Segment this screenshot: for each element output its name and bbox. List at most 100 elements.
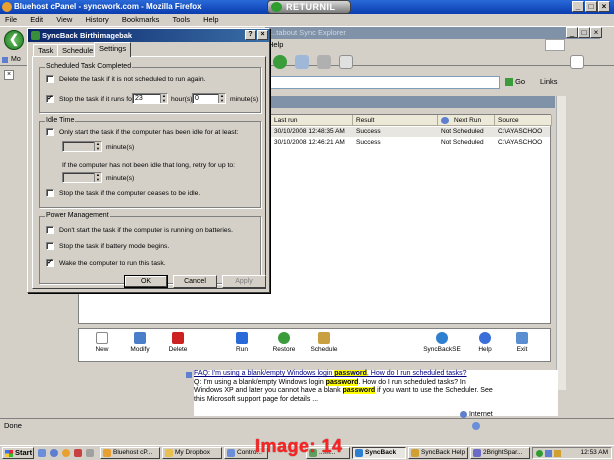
firefox-tab[interactable]: Mo	[0, 54, 26, 66]
start-button[interactable]: Start	[2, 447, 34, 459]
tab-task[interactable]: Task	[33, 44, 59, 56]
wake-checkbox-box[interactable]: ✓	[46, 259, 54, 267]
group-idle-time-label: Idle Time	[45, 116, 76, 126]
page-scrollbar[interactable]	[556, 96, 566, 390]
task-bluehost[interactable]: Bluehost cP...	[100, 447, 160, 459]
ie-minimize-icon[interactable]: _	[566, 27, 578, 38]
col-header-last-run[interactable]: Last run	[271, 115, 353, 126]
ie-menu-help[interactable]: Help	[268, 39, 283, 51]
idle-start-checkbox-box[interactable]	[46, 128, 54, 136]
task-my-dropbox[interactable]: My Dropbox	[162, 447, 222, 459]
idle-stop-label: Stop the task if the computer ceases to …	[59, 190, 201, 197]
col-header-source[interactable]: Source	[495, 115, 552, 126]
internet-zone-icon	[460, 410, 467, 418]
tray-volume-icon[interactable]	[554, 450, 561, 457]
maximize-icon[interactable]: □	[585, 1, 597, 12]
retry-minutes-label: minute(s)	[106, 175, 135, 182]
menu-help[interactable]: Help	[203, 15, 218, 24]
task-syncback-help[interactable]: SyncBack Help	[408, 447, 468, 459]
menu-tools[interactable]: Tools	[172, 15, 190, 24]
idle-start-label: Only start the task if the computer has …	[59, 129, 239, 136]
task-brightspark[interactable]: 2BrightSpar...	[470, 447, 530, 459]
exit-label: Exit	[516, 346, 528, 353]
batteries-label: Don't start the task if the computer is …	[59, 227, 233, 234]
minimize-icon[interactable]: _	[572, 1, 584, 12]
links-label[interactable]: Links	[540, 75, 558, 89]
delete-checkbox-box[interactable]	[46, 75, 54, 83]
menu-edit[interactable]: Edit	[30, 15, 43, 24]
ie-maximize-icon[interactable]: □	[578, 27, 590, 38]
cancel-button[interactable]: Cancel	[173, 275, 217, 288]
close-icon[interactable]: ×	[598, 1, 610, 12]
tray-network-icon[interactable]	[545, 450, 552, 457]
menu-bookmarks[interactable]: Bookmarks	[122, 15, 160, 24]
sidebar-close-icon[interactable]: ×	[4, 70, 14, 80]
go-button[interactable]: Go	[505, 75, 535, 89]
idle-stop-checkbox-box[interactable]	[46, 189, 54, 197]
menu-history[interactable]: History	[85, 15, 108, 24]
minutes-spin-arrows-icon[interactable]: ▲ ▼	[218, 93, 225, 103]
folder-task-icon	[165, 449, 173, 457]
delete-button[interactable]: Delete	[155, 331, 201, 361]
new-page-icon	[96, 332, 108, 344]
col-header-result[interactable]: Result	[353, 115, 438, 126]
page-icon[interactable]	[339, 55, 353, 69]
battery-mode-label: Stop the task if battery mode begins.	[59, 243, 170, 250]
task-syncback[interactable]: SyncBack	[352, 447, 406, 459]
address-input[interactable]	[265, 76, 500, 89]
schedule-button[interactable]: Schedule	[301, 331, 347, 361]
apply-button[interactable]: Apply	[222, 275, 266, 288]
quicklaunch-app2-icon[interactable]	[86, 449, 94, 457]
firefox-task-icon	[103, 449, 111, 457]
hours-stepper[interactable]: 23 ▲ ▼	[132, 93, 168, 104]
idle-minutes-stepper[interactable]: ▲ ▼	[62, 141, 102, 152]
ie-close-icon[interactable]: ×	[590, 27, 602, 38]
delete-label: Delete	[168, 346, 188, 353]
firefox-status-bar: Done	[0, 418, 614, 432]
quicklaunch-ie-icon[interactable]	[50, 449, 58, 457]
dialog-help-icon[interactable]: ?	[245, 30, 256, 40]
firefox-menu-bar: File Edit View History Bookmarks Tools H…	[0, 14, 614, 26]
retry-minutes-stepper[interactable]: ▲ ▼	[62, 172, 102, 183]
quicklaunch-desktop-icon[interactable]	[38, 449, 46, 457]
returnil-bar[interactable]: RETURNIL	[267, 0, 351, 14]
task-label: My Dropbox	[175, 449, 211, 456]
exit-button[interactable]: Exit	[499, 331, 545, 361]
tab-settings[interactable]: Settings	[94, 42, 132, 57]
idle-minutes-spin-arrows-icon[interactable]: ▲ ▼	[94, 141, 101, 151]
refresh-icon[interactable]	[273, 55, 287, 69]
quicklaunch-app-icon[interactable]	[74, 449, 82, 457]
tray-returnil-icon[interactable]	[536, 450, 543, 457]
syncbackse-button[interactable]: SyncBackSE	[419, 331, 465, 361]
tab-schedule[interactable]: Schedule	[57, 44, 99, 56]
ok-button[interactable]: OK	[124, 275, 168, 288]
group-task-completed: Scheduled Task Completed Delete the task…	[39, 62, 261, 113]
result-question-link[interactable]: FAQ: I'm using a blank/empty Windows log…	[194, 370, 558, 379]
schedule-label: Schedule	[310, 346, 338, 353]
run-button[interactable]: Run	[219, 331, 265, 361]
print-icon[interactable]	[317, 55, 331, 69]
cell-next-run: Not Scheduled	[441, 139, 484, 146]
cell-last-run: 30/10/2008 12:48:35 AM	[274, 128, 345, 135]
battery-mode-checkbox-box[interactable]	[46, 242, 54, 250]
retry-minutes-spin-arrows-icon[interactable]: ▲ ▼	[94, 172, 101, 182]
modify-icon	[134, 332, 146, 344]
cell-source: C:\AYASCHOO	[498, 128, 543, 135]
task-label: 2BrightSpar...	[483, 449, 523, 456]
col-header-next-run[interactable]: Next Run	[438, 115, 495, 126]
clock[interactable]: 12:53 AM	[581, 448, 608, 458]
edit-icon[interactable]	[570, 55, 584, 69]
hours-spin-arrows-icon[interactable]: ▲ ▼	[160, 93, 167, 103]
folder-icon[interactable]	[295, 55, 309, 69]
quicklaunch-firefox-icon[interactable]	[62, 449, 70, 457]
back-arrow-icon[interactable]: ❮	[4, 30, 24, 50]
stop-checkbox-box[interactable]: ✓	[46, 95, 54, 103]
batteries-checkbox-box[interactable]	[46, 226, 54, 234]
idle-retry-label: If the computer has not been idle that l…	[62, 162, 236, 169]
minutes-stepper[interactable]: 0 ▲ ▼	[192, 93, 226, 104]
menu-view[interactable]: View	[56, 15, 72, 24]
schedule-icon	[318, 332, 330, 344]
menu-file[interactable]: File	[5, 15, 17, 24]
syncback-toolbar: New Modify Delete Run Restore Schedule S…	[78, 328, 551, 362]
dialog-close-icon[interactable]: ×	[257, 30, 268, 40]
